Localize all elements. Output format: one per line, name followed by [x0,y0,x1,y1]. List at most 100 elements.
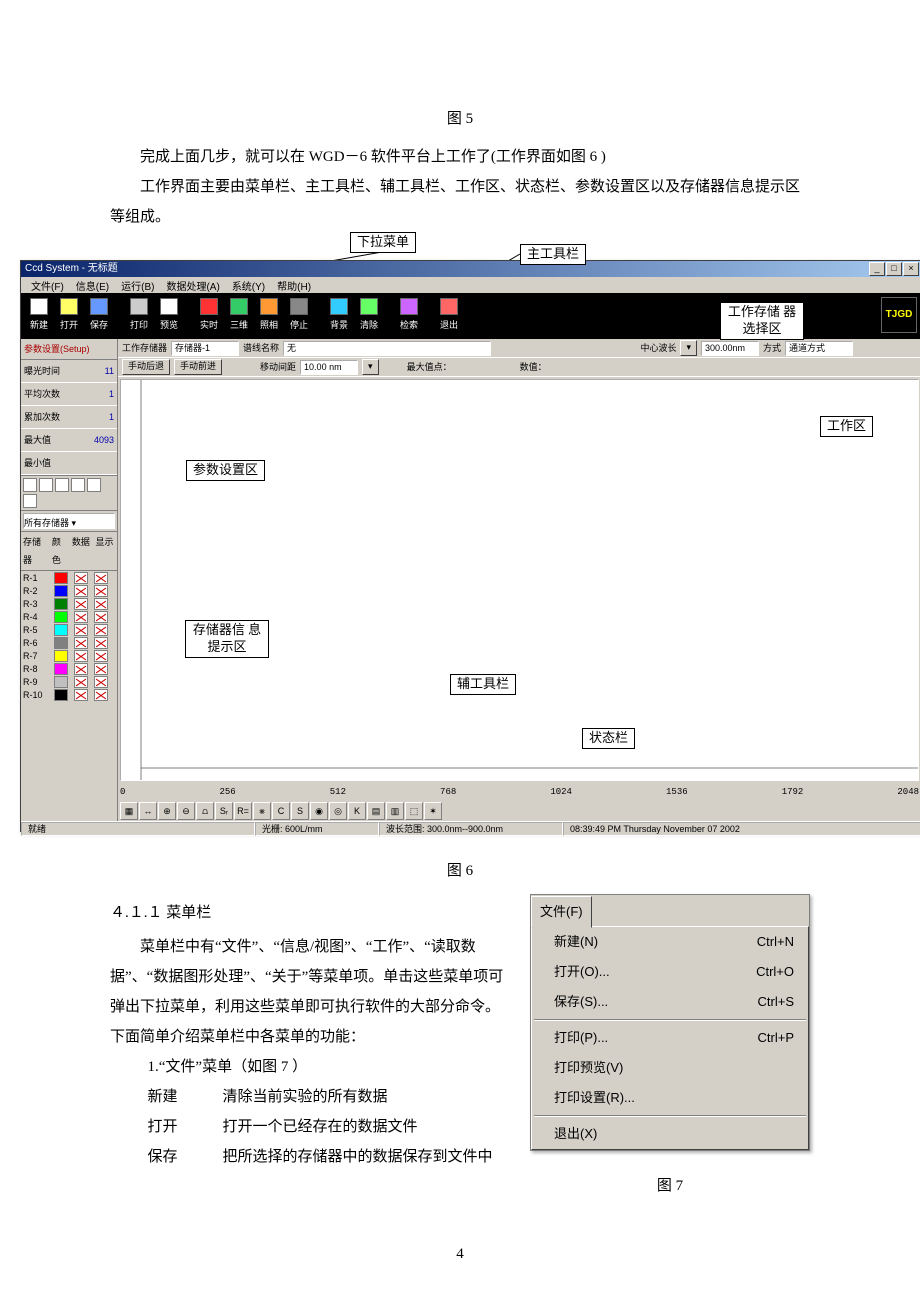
toolbar-button-清除[interactable]: 清除 [355,298,383,334]
menu-item[interactable]: 打印设置(R)... [532,1083,808,1113]
sb-icon[interactable] [23,494,37,508]
param-row[interactable]: 曝光时间11 [21,360,117,383]
function-description-row: 打开打开一个已经存在的数据文件 [148,1112,515,1142]
callout-param-area: 参数设置区 [186,460,265,481]
maximize-button[interactable]: □ [886,262,902,276]
menu-item[interactable]: 文件(F) [25,277,70,293]
figure-5-caption: 图 5 [110,104,810,134]
status-range: 波长范围: 300.0nm--900.0nm [379,822,563,836]
toolbar-button-保存[interactable]: 保存 [85,298,113,334]
figure-6-screenshot: 下拉菜单 主工具栏 工作存储 器选择区 工作区 参数设置区 存储器信 息提示区 … [0,232,920,852]
titlebar: Ccd System - 无标题 _ □ × [21,261,920,277]
param-title: 参数设置(Setup) [21,339,117,360]
aux-button[interactable]: ↔ [139,802,157,820]
sb-icon[interactable] [87,478,101,492]
window-title: Ccd System - 无标题 [25,263,118,274]
aux-button[interactable]: K [348,802,366,820]
menubar: 文件(F)信息(E)运行(B)数据处理(A)系统(Y)帮助(H) [21,277,920,293]
aux-toolbar: ▦↔⊕⊖⩍SᵣR=⨳CS◉◎K▤▥⬚✶ [118,801,920,821]
spec-name-field[interactable]: 无 [283,341,491,356]
aux-button[interactable]: ⊖ [177,802,195,820]
aux-button[interactable]: S [291,802,309,820]
menu-item[interactable]: 系统(Y) [226,277,271,293]
menu-item[interactable]: 打印预览(V) [532,1053,808,1083]
manual-fwd-button[interactable]: 手动前进 [174,359,222,375]
move-step-field[interactable]: 10.00 nm [300,360,358,375]
aux-button[interactable]: ✶ [424,802,442,820]
center-dec-button[interactable]: ▾ [680,340,697,356]
callout-statusbar: 状态栏 [582,728,635,749]
callout-workarea: 工作区 [820,416,873,437]
menu-item[interactable]: 新建(N)Ctrl+N [532,927,808,957]
aux-button[interactable]: ⊕ [158,802,176,820]
logo: TJGD [881,297,917,333]
file-menu-tab[interactable]: 文件(F) [531,896,592,928]
sb-icon[interactable] [39,478,53,492]
paragraph-1: 完成上面几步，就可以在 WGD－6 软件平台上工作了(工作界面如图 6 ) [110,142,810,172]
aux-button[interactable]: ⨳ [253,802,271,820]
aux-button[interactable]: ▥ [386,802,404,820]
menu-item[interactable]: 数据处理(A) [160,277,225,293]
aux-button[interactable]: ▤ [367,802,385,820]
register-row[interactable]: R-10 [21,688,117,701]
sb-icon[interactable] [55,478,69,492]
aux-button[interactable]: ⩍ [196,802,214,820]
toolbar-button-检索[interactable]: 检索 [395,298,423,334]
sidebar-icon-row [21,475,117,511]
aux-button[interactable]: ⬚ [405,802,423,820]
callout-dropdown-menu: 下拉菜单 [350,232,416,253]
paragraph-2: 工作界面主要由菜单栏、主工具栏、辅工具栏、工作区、状态栏、参数设置区以及存储器信… [110,172,810,232]
menu-item[interactable]: 打开(O)...Ctrl+O [532,957,808,987]
param-row[interactable]: 累加次数1 [21,406,117,429]
param-row[interactable]: 平均次数1 [21,383,117,406]
toolbar-button-停止[interactable]: 停止 [285,298,313,334]
callout-storage-info: 存储器信 息提示区 [185,620,269,658]
move-step-dd[interactable]: ▾ [362,359,379,375]
param-row[interactable]: 最小值 [21,452,117,475]
close-button[interactable]: × [903,262,919,276]
aux-button[interactable]: Sᵣ [215,802,233,820]
toolbar-button-背景[interactable]: 背景 [325,298,353,334]
menu-item[interactable]: 帮助(H) [271,277,317,293]
page-number: 4 [110,1239,810,1269]
aux-button[interactable]: R= [234,802,252,820]
aux-button[interactable]: ▦ [120,802,138,820]
callout-aux-toolbar: 辅工具栏 [450,674,516,695]
minimize-button[interactable]: _ [869,262,885,276]
storage-select[interactable]: 所有存储器 ▾ [23,513,115,529]
callout-main-toolbar: 主工具栏 [520,244,586,265]
toolbar-button-三维[interactable]: 三维 [225,298,253,334]
status-ready: 就绪 [21,822,255,836]
param-row[interactable]: 最大值4093 [21,429,117,452]
x-axis-labels: 02565127681024153617922048 [118,783,920,801]
mode-field[interactable]: 通道方式 [785,341,853,356]
toolbar-button-预览[interactable]: 预览 [155,298,183,334]
toolbar-button-实时[interactable]: 实时 [195,298,223,334]
plot-area[interactable] [120,379,919,781]
center-wavelength-field[interactable]: 300.00nm [701,341,759,356]
menu-item[interactable]: 退出(X) [532,1119,808,1149]
toolbar-button-退出[interactable]: 退出 [435,298,463,334]
menu-item[interactable]: 运行(B) [115,277,160,293]
sidebar: 参数设置(Setup) 曝光时间11平均次数1累加次数1最大值4093最小值 所… [21,339,118,821]
work-storage-field[interactable]: 存储器-1 [171,341,239,356]
menu-item[interactable]: 信息(E) [70,277,115,293]
toolbar-button-新建[interactable]: 新建 [25,298,53,334]
menu-item[interactable]: 打印(P)...Ctrl+P [532,1023,808,1053]
sb-icon[interactable] [23,478,37,492]
callout-storage-selector: 工作存储 器选择区 [720,302,804,340]
manual-back-button[interactable]: 手动后退 [122,359,170,375]
work-panel: 工作存储器 存储器-1 谱线名称 无 中心波长 ▾ 300.00nm 方式 通道… [118,339,920,821]
aux-button[interactable]: ◉ [310,802,328,820]
figure-7-caption: 图 7 [530,1171,810,1201]
statusbar: 就绪 光栅: 600L/mm 波长范围: 300.0nm--900.0nm 08… [21,821,920,836]
toolbar-button-打印[interactable]: 打印 [125,298,153,334]
toolbar-button-打开[interactable]: 打开 [55,298,83,334]
menu-item[interactable]: 保存(S)...Ctrl+S [532,987,808,1017]
aux-button[interactable]: C [272,802,290,820]
sb-icon[interactable] [71,478,85,492]
aux-button[interactable]: ◎ [329,802,347,820]
register-table: 存储器 颜色 数据 显示 R-1R-2R-3R-4R-5R-6R-7R-8R-9… [21,531,117,701]
toolbar-button-照相[interactable]: 照相 [255,298,283,334]
status-time: 08:39:49 PM Thursday November 07 2002 [563,822,920,836]
